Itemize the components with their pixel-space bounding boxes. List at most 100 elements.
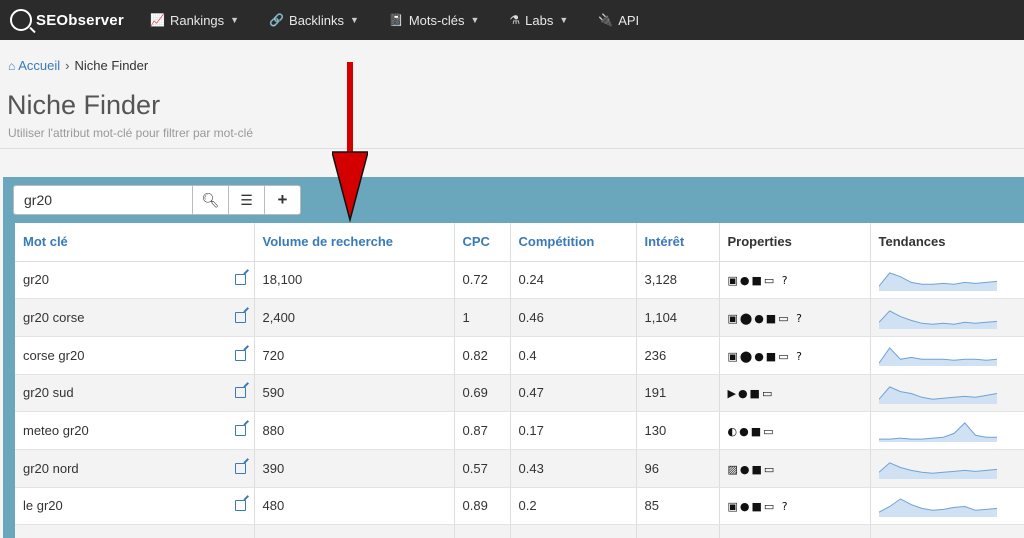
cell-properties: ▣⬤●■▭ ? [719, 298, 871, 337]
table-row[interactable]: gr20 nord 390 0.57 0.43 96 ▨●■▭ [15, 449, 1024, 488]
nav-item-label: Rankings [169, 12, 225, 28]
cell-trend [870, 411, 1024, 450]
table-row[interactable]: meteo gr20 880 0.87 0.17 130 ◐●■▭ [15, 411, 1024, 450]
nav-item-label: API [618, 12, 640, 28]
nav-item-api[interactable]: 🔌 API [598, 13, 639, 28]
keyword-text[interactable]: gr20 [23, 272, 49, 287]
cell-interest: 85 [636, 487, 720, 526]
external-link-icon[interactable] [234, 462, 246, 474]
keyword-text[interactable]: gr20 nord [23, 461, 79, 476]
breadcrumb-home-link[interactable]: Accueil [18, 58, 60, 73]
nav-item-rankings[interactable]: 📈 Rankings ▼ [150, 13, 239, 28]
serp-feature-icons: ▣⬤●■▭ ? [727, 312, 804, 326]
table-row[interactable]: 64◐▣●■▭ [15, 524, 1024, 538]
search-button[interactable]: 🔍︎ [193, 185, 229, 215]
col-header-competition[interactable]: Compétition [510, 223, 637, 262]
brand-logo[interactable]: SEObserver [0, 9, 140, 31]
keyword-text[interactable]: meteo gr20 [23, 423, 89, 438]
cell-keyword: le gr20 [15, 487, 255, 526]
external-link-icon[interactable] [234, 274, 246, 286]
add-button[interactable]: + [265, 185, 301, 215]
cell-volume: 720 [254, 336, 455, 375]
serp-feature-icons: ◐●■▭ [727, 425, 776, 439]
external-link-icon[interactable] [234, 425, 246, 437]
external-link-icon[interactable] [234, 349, 246, 361]
cell-cpc: 0.57 [454, 449, 511, 488]
nav-item-label: Mots-clés [408, 12, 465, 28]
col-header-cpc[interactable]: CPC [454, 223, 511, 262]
cell-interest: 130 [636, 411, 720, 450]
cell-keyword: gr20 [15, 261, 255, 300]
flask-icon: ⚗ [509, 13, 521, 27]
table-row[interactable]: corse gr20 720 0.82 0.4 236 ▣⬤●■▭ ? [15, 336, 1024, 375]
external-link-icon[interactable] [234, 500, 246, 512]
col-header-volume[interactable]: Volume de recherche [254, 223, 455, 262]
cell-volume: 18,100 [254, 261, 455, 300]
keyword-text[interactable]: corse gr20 [23, 348, 84, 363]
keyword-text[interactable]: le gr20 [23, 498, 63, 513]
cell-interest: 1,104 [636, 298, 720, 337]
list-button[interactable]: ☰ [229, 185, 265, 215]
cell-interest: 236 [636, 336, 720, 375]
keyword-text[interactable]: gr20 sud [23, 385, 74, 400]
table-row[interactable]: le gr20 480 0.89 0.2 85 ▣●■▭ ? [15, 487, 1024, 526]
cell-volume: 2,400 [254, 298, 455, 337]
cell-competition: 0.4 [510, 336, 637, 375]
cell-trend [870, 298, 1024, 337]
magnifier-logo-icon [10, 9, 32, 31]
arrow-head [332, 151, 368, 222]
cell-competition [510, 524, 637, 538]
cell-cpc: 1 [454, 298, 511, 337]
cell-volume [254, 524, 455, 538]
nav-item-labs[interactable]: ⚗ Labs ▼ [509, 13, 568, 28]
brand-name: SEObserver [36, 11, 124, 29]
chevron-down-icon: ▼ [470, 15, 480, 25]
page-subtitle: Utiliser l'attribut mot-clé pour filtrer… [8, 126, 254, 140]
table-row[interactable]: gr20 corse 2,400 1 0.46 1,104 ▣⬤●■▭ ? [15, 298, 1024, 337]
trend-sparkline [878, 498, 997, 517]
external-link-icon[interactable] [234, 387, 246, 399]
trend-sparkline [878, 347, 997, 367]
results-panel: 🔍︎ ☰ + Mot clé Volume de recherche CPC C… [3, 177, 1024, 538]
chevron-down-icon: ▼ [559, 15, 569, 25]
serp-feature-icons: ▣●■▭ ? [727, 274, 790, 288]
nav-item-mots-cl-s[interactable]: 📓 Mots-clés ▼ [389, 13, 480, 28]
keyword-text[interactable]: gr20 corse [23, 310, 84, 325]
trend-sparkline [879, 533, 997, 538]
cell-competition: 0.43 [510, 449, 637, 488]
page-title: Niche Finder [7, 90, 161, 120]
cell-trend [870, 524, 1024, 538]
cell-cpc: 0.89 [454, 487, 511, 526]
cell-competition: 0.2 [510, 487, 637, 526]
cell-properties: ◐●■▭ [719, 411, 871, 450]
serp-feature-icons: ▨●■▭ [727, 462, 777, 476]
sparkline-area [878, 348, 997, 367]
breadcrumb-current: Niche Finder [74, 58, 149, 73]
col-header-interest[interactable]: Intérêt [636, 223, 720, 262]
cell-keyword: gr20 corse [15, 298, 255, 337]
external-link-icon[interactable] [234, 312, 246, 324]
search-input[interactable] [13, 185, 193, 215]
cell-volume: 390 [254, 449, 455, 488]
col-header-keyword[interactable]: Mot clé [15, 223, 255, 262]
red-arrow-annotation [332, 62, 368, 222]
table-row[interactable]: gr20 sud 590 0.69 0.47 191 ▶●■▭ [15, 374, 1024, 413]
cell-volume: 480 [254, 487, 455, 526]
serp-feature-icons: ▣⬤●■▭ ? [727, 349, 804, 363]
trend-sparkline [878, 272, 997, 291]
cell-cpc: 0.82 [454, 336, 511, 375]
chart-icon: 📈 [150, 13, 165, 27]
cell-keyword: gr20 sud [15, 374, 255, 413]
cell-interest: 191 [636, 374, 720, 413]
table-row[interactable]: gr20 18,100 0.72 0.24 3,128 ▣●■▭ ? [15, 261, 1024, 300]
table-header-row: Mot clé Volume de recherche CPC Compétit… [15, 223, 1024, 262]
top-navbar: SEObserver 📈 Rankings ▼ 🔗 Backlinks ▼ 📓 Mots-cl… [0, 0, 1024, 40]
cell-competition: 0.47 [510, 374, 637, 413]
plug-icon: 🔌 [598, 13, 614, 27]
cell-trend [870, 487, 1024, 526]
chevron-down-icon: ▼ [349, 15, 359, 25]
nav-item-backlinks[interactable]: 🔗 Backlinks ▼ [269, 13, 359, 28]
cell-properties: ▨●■▭ [719, 449, 871, 488]
serp-feature-icons: ▶●■▭ [727, 387, 775, 401]
cell-volume: 590 [254, 374, 455, 413]
